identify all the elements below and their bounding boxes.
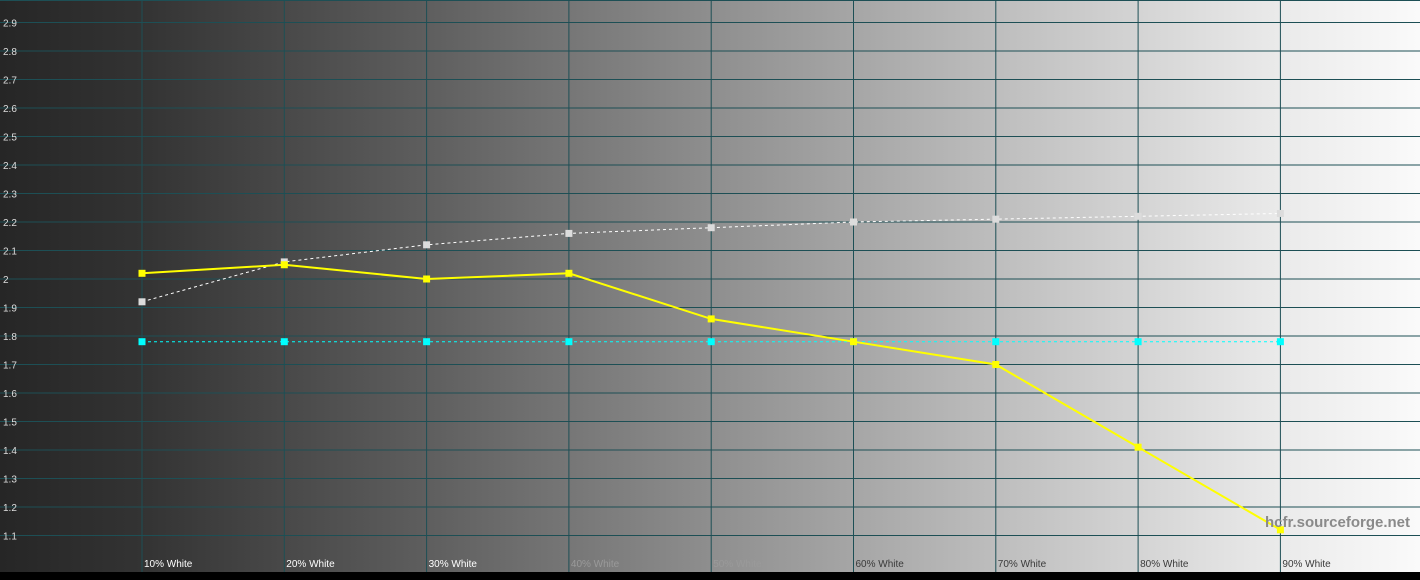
y-tick-label: 2.6 (3, 104, 17, 115)
data-point (707, 224, 715, 232)
y-tick-label: 1.2 (3, 503, 17, 514)
chart-svg: 1.1 1.2 1.3 1.4 1.5 1.6 1.7 1.8 1.9 2 2.1 2.2 2.3 2.4… (0, 0, 1420, 572)
y-tick-label: 2.1 (3, 247, 17, 258)
y-tick-label: 1.7 (3, 361, 17, 372)
data-point (1276, 209, 1284, 217)
x-tick-label: 80% White (1140, 559, 1189, 570)
data-point (423, 241, 431, 249)
y-tick-label: 1.4 (3, 446, 17, 457)
y-tick-label: 2.2 (3, 218, 17, 229)
x-tick-label: 10% White (144, 559, 193, 570)
x-tick-label: 60% White (856, 559, 905, 570)
data-point (707, 315, 715, 323)
y-tick-label: 2 (3, 275, 9, 286)
data-point (138, 269, 146, 277)
data-point (850, 338, 857, 346)
watermark: hcfr.sourceforge.net (1265, 514, 1410, 531)
x-tick-label: 40% White (571, 559, 620, 570)
gamma-chart: 1.1 1.2 1.3 1.4 1.5 1.6 1.7 1.8 1.9 2 2.1 2.2 2.3 2.4… (0, 0, 1420, 575)
data-point (280, 261, 288, 269)
x-tick-label: 70% White (998, 559, 1047, 570)
y-tick-label: 1.8 (3, 332, 17, 343)
data-point (992, 338, 1000, 346)
y-tick-label: 1.6 (3, 389, 17, 400)
y-tick-label: 1.1 (3, 532, 17, 543)
x-tick-label: 20% White (286, 559, 335, 570)
y-tick-label: 1.5 (3, 418, 17, 429)
y-tick-label: 2.9 (3, 19, 17, 30)
y-tick-label: 2.5 (3, 133, 17, 144)
data-point (1134, 443, 1142, 451)
data-point (565, 269, 573, 277)
data-point (850, 218, 857, 226)
data-point (565, 229, 573, 237)
data-point (1134, 212, 1142, 220)
y-tick-label: 1.9 (3, 304, 17, 315)
data-point (423, 338, 431, 346)
data-point (1134, 338, 1142, 346)
data-point (280, 338, 288, 346)
data-point (138, 298, 146, 306)
x-tick-label: 90% White (1282, 559, 1331, 570)
data-point (992, 361, 1000, 368)
y-tick-label: 2.4 (3, 161, 17, 172)
y-tick-label: 1.3 (3, 475, 17, 486)
x-tick-label: 30% White (429, 559, 478, 570)
data-point (138, 338, 146, 346)
data-point (423, 275, 431, 283)
data-point (1276, 338, 1284, 346)
data-point (707, 338, 715, 346)
data-point (992, 215, 1000, 223)
y-tick-label: 2.8 (3, 47, 17, 58)
y-tick-label: 2.7 (3, 76, 17, 87)
x-tick-label: 50% White (713, 559, 762, 570)
data-point (565, 338, 573, 346)
y-tick-label: 2.3 (3, 190, 17, 201)
